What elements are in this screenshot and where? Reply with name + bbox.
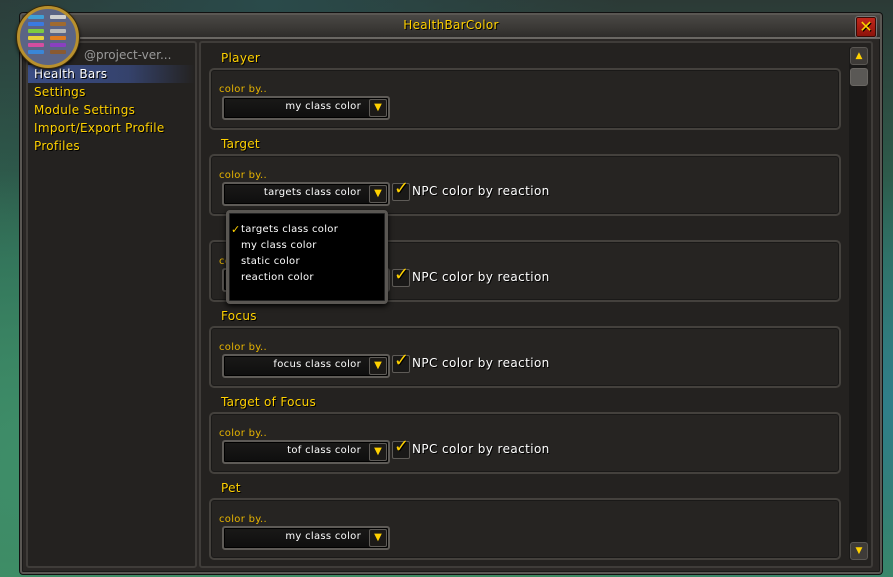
menu-item-label: reaction color — [241, 272, 314, 283]
group-box: color by.. tof class color ▼ ✓ NPC color… — [209, 412, 841, 474]
tof-color-dropdown[interactable]: tof class color ▼ — [222, 440, 390, 464]
checkbox[interactable]: ✓ — [392, 264, 410, 287]
sidebar-item-settings[interactable]: Settings — [28, 83, 195, 101]
color-bar — [50, 29, 66, 33]
player-color-dropdown[interactable]: my class color ▼ — [222, 96, 390, 120]
dropdown-value: tof class color — [287, 445, 361, 456]
group-title: Target of Focus — [221, 395, 317, 409]
dropdown-value: my class color — [285, 101, 361, 112]
menu-item-label: targets class color — [241, 224, 339, 235]
dropdown-menu: ✓ targets class color my class color sta… — [226, 210, 388, 304]
window-title: HealthBarColor — [403, 18, 499, 32]
menu-item-label: my class color — [241, 240, 317, 251]
color-bar — [28, 36, 44, 40]
menu-item-my-class-color[interactable]: my class color — [241, 238, 317, 254]
checkbox-label: NPC color by reaction — [412, 184, 550, 198]
scroll-down-button[interactable]: ▼ — [850, 542, 868, 560]
checkbox-label: NPC color by reaction — [412, 442, 550, 456]
chevron-down-icon[interactable]: ▼ — [369, 99, 387, 117]
chevron-down-icon[interactable]: ▼ — [369, 443, 387, 461]
checkmark-icon: ✓ — [231, 223, 241, 236]
group-box: color by.. focus class color ▼ ✓ NPC col… — [209, 326, 841, 388]
arrow-down-icon: ▼ — [855, 546, 863, 556]
group-box: color by.. my class color ▼ — [209, 498, 841, 560]
color-bar — [28, 15, 44, 19]
color-by-label: color by.. — [219, 342, 267, 353]
sidebar: @project-ver... Health Bars Settings Mod… — [26, 41, 197, 568]
profile-name: @project-ver... — [84, 48, 172, 62]
group-box: color by.. my class color ▼ — [209, 68, 841, 130]
menu-item-label: static color — [241, 256, 300, 267]
sidebar-item-import-export-profile[interactable]: Import/Export Profile — [28, 119, 195, 137]
color-bar — [28, 22, 44, 26]
focus-color-dropdown[interactable]: focus class color ▼ — [222, 354, 390, 378]
sidebar-item-profiles[interactable]: Profiles — [28, 137, 195, 155]
menu-item-targets-class-color[interactable]: ✓ targets class color — [231, 222, 339, 238]
color-by-label: color by.. — [219, 514, 267, 525]
scroll-up-button[interactable]: ▲ — [850, 47, 868, 65]
target-color-dropdown[interactable]: targets class color ▼ — [222, 182, 390, 206]
arrow-up-icon: ▲ — [855, 51, 863, 61]
chevron-down-icon[interactable]: ▼ — [369, 357, 387, 375]
sidebar-item-health-bars[interactable]: Health Bars — [28, 65, 195, 83]
group-box: color by.. targets class color ▼ ✓ NPC c… — [209, 154, 841, 216]
scrollbar[interactable]: ▲ ▼ — [849, 47, 868, 560]
checkbox[interactable]: ✓ — [392, 350, 410, 373]
color-by-label: color by.. — [219, 428, 267, 439]
scroll-thumb[interactable] — [850, 68, 868, 86]
dropdown-value: my class color — [285, 531, 361, 542]
dropdown-value: targets class color — [263, 187, 361, 198]
menu-item-static-color[interactable]: static color — [241, 254, 300, 270]
chevron-down-icon[interactable]: ▼ — [369, 529, 387, 547]
group-title: Target — [221, 137, 260, 151]
color-bar — [50, 43, 66, 47]
checkmark-icon: ✓ — [394, 350, 410, 371]
group-title: Focus — [221, 309, 257, 323]
color-bar — [50, 50, 66, 54]
sidebar-item-module-settings[interactable]: Module Settings — [28, 101, 195, 119]
color-bar — [28, 29, 44, 33]
addon-window: HealthBarColor ✕ @project-ver... Health … — [20, 13, 882, 574]
close-icon: ✕ — [859, 17, 873, 36]
health-bars-icon — [28, 15, 68, 59]
checkbox-label: NPC color by reaction — [412, 270, 550, 284]
group-title: Player — [221, 51, 261, 65]
checkmark-icon: ✓ — [394, 178, 410, 199]
color-bar — [28, 43, 44, 47]
chevron-down-icon[interactable]: ▼ — [369, 185, 387, 203]
color-bar — [50, 15, 66, 19]
menu-item-reaction-color[interactable]: reaction color — [241, 270, 314, 286]
dropdown-value: focus class color — [273, 359, 361, 370]
color-by-label: color by.. — [219, 170, 267, 181]
color-bar — [28, 50, 44, 54]
pet-color-dropdown[interactable]: my class color ▼ — [222, 526, 390, 550]
color-bar — [50, 22, 66, 26]
checkbox[interactable]: ✓ — [392, 178, 410, 201]
group-title: Pet — [221, 481, 241, 495]
checkmark-icon: ✓ — [394, 436, 410, 457]
addon-portrait-icon — [17, 6, 79, 68]
close-button[interactable]: ✕ — [855, 16, 877, 38]
checkbox-label: NPC color by reaction — [412, 356, 550, 370]
color-by-label: color by.. — [219, 84, 267, 95]
checkbox[interactable]: ✓ — [392, 436, 410, 459]
color-bar — [50, 36, 66, 40]
content-panel: Player color by.. my class color ▼ Targe… — [199, 41, 873, 568]
checkmark-icon: ✓ — [394, 264, 410, 285]
title-bar[interactable]: HealthBarColor ✕ — [22, 15, 880, 39]
sidebar-nav: Health Bars Settings Module Settings Imp… — [28, 65, 195, 155]
